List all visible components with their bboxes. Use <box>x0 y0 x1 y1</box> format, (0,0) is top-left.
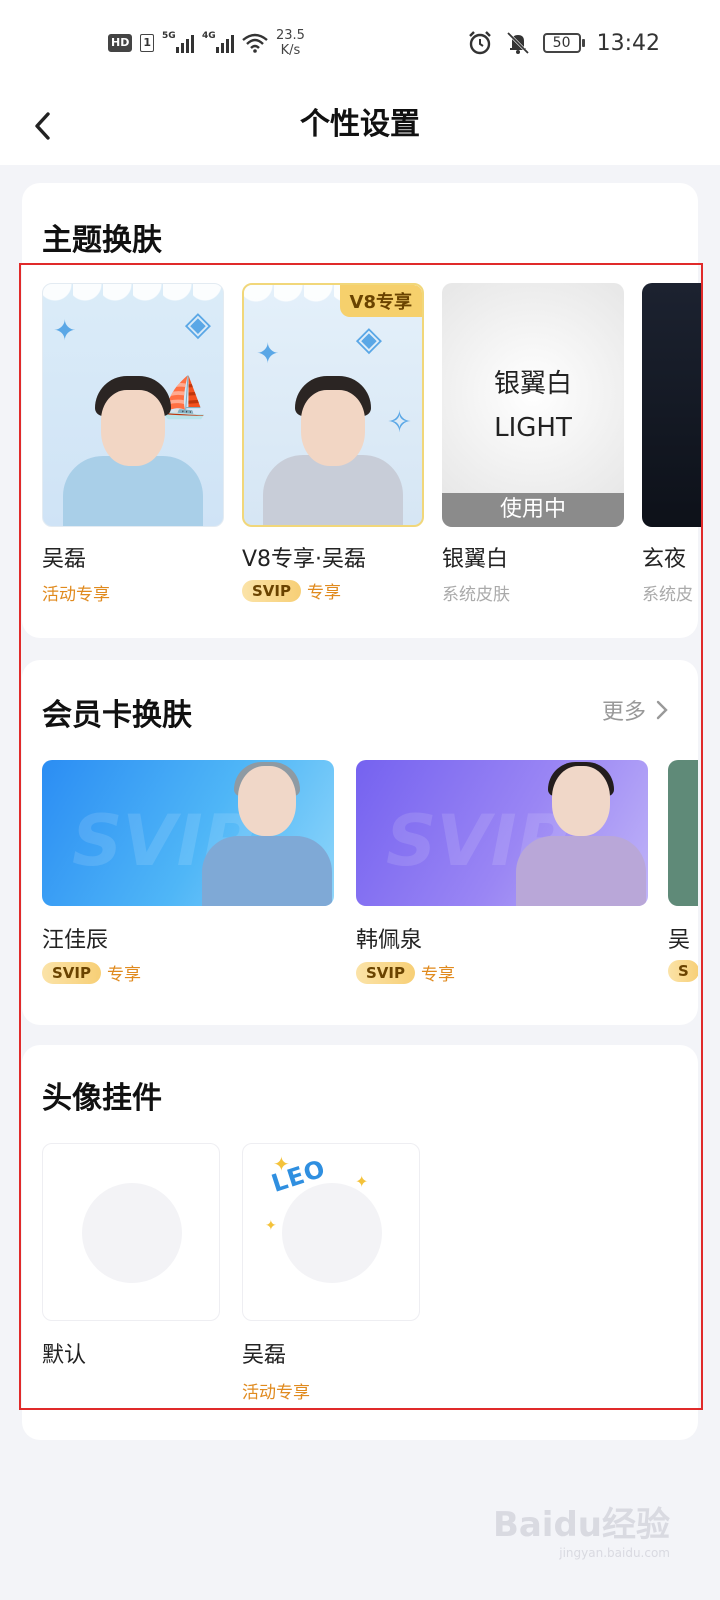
theme-tag: 专享 <box>307 583 341 603</box>
member-card-name: 韩佩泉 <box>356 928 423 953</box>
theme-tile-wulei[interactable]: ✦ ◈ ⛵ <box>42 283 224 527</box>
theme-name: 玄夜 <box>642 547 687 572</box>
avatar-section-title: 头像挂件 <box>42 1081 162 1116</box>
signal-5g-icon: 5G <box>162 31 194 53</box>
pendant-tile-default[interactable] <box>42 1143 220 1321</box>
in-use-label: 使用中 <box>442 493 624 527</box>
svip-badge: SVIP <box>356 961 415 984</box>
bell-muted-icon <box>506 31 529 55</box>
member-tag-row: SVIP 专享 <box>356 960 455 985</box>
theme-tile-dark[interactable] <box>642 283 702 527</box>
watermark-url: jingyan.baidu.com <box>559 1546 670 1560</box>
speed-value: 23.5 <box>276 28 305 43</box>
signal-5g-label: 5G <box>162 31 176 41</box>
member-card-name: 汪佳辰 <box>42 928 109 953</box>
member-card-wangjiachen[interactable]: SVIP <box>42 760 334 906</box>
page-title: 个性设置 <box>300 107 420 142</box>
more-link[interactable]: 更多 <box>602 694 668 726</box>
member-tag-row: SVIP 专享 <box>42 960 141 985</box>
svip-badge: SVIP <box>42 961 101 984</box>
theme-section-title: 主题换肤 <box>42 223 162 258</box>
theme-name: 银翼白 <box>442 547 509 572</box>
member-tag: 专享 <box>107 965 141 985</box>
signal-4g-label: 4G <box>202 31 216 41</box>
sim-badge: 1 <box>140 34 154 52</box>
tile-title-en: LIGHT <box>494 413 572 443</box>
network-speed: 23.5 K/s <box>276 28 305 58</box>
member-card-name: 吴 <box>668 928 691 953</box>
member-tag-row: S <box>668 960 698 982</box>
member-card-partial[interactable] <box>668 760 698 906</box>
signal-4g-icon: 4G <box>202 31 234 53</box>
avatar-placeholder <box>82 1183 182 1283</box>
battery-level: 50 <box>542 33 581 53</box>
pendant-name: 默认 <box>42 1343 87 1368</box>
theme-tag: 系统皮肤 <box>442 585 510 605</box>
member-section-title: 会员卡换肤 <box>42 698 192 733</box>
status-right: 50 13:42 <box>467 30 660 56</box>
pendant-tile-wulei[interactable]: ✦ ✦ ✦ LEO <box>242 1143 420 1321</box>
member-card-section: 会员卡换肤 更多 SVIP 汪佳辰 SVIP 专享 SVIP 韩佩泉 SVIP … <box>22 660 698 1025</box>
theme-tag-row: SVIP 专享 <box>242 578 341 603</box>
theme-tile-silver-white[interactable]: 银翼白 LIGHT 使用中 <box>442 283 624 527</box>
theme-section: 主题换肤 ✦ ◈ ⛵ 吴磊 活动专享 ✦ ◈ ✧ V8专享 V8专享·吴磊 SV… <box>22 183 702 638</box>
status-bar: HD 1 5G 4G 23.5 K/s 50 13:42 <box>0 0 720 90</box>
theme-name: V8专享·吴磊 <box>242 547 367 572</box>
theme-tag: 活动专享 <box>42 585 110 605</box>
theme-name: 吴磊 <box>42 547 87 572</box>
hd-badge: HD <box>108 34 133 52</box>
pendant-tag: 活动专享 <box>242 1383 310 1403</box>
alarm-icon <box>468 31 491 55</box>
theme-tag: 系统皮 <box>642 585 693 605</box>
sparkle-icon: ✦ <box>355 1172 369 1191</box>
watermark-brand: Baidu经验 <box>492 1505 670 1545</box>
clock: 13:42 <box>596 30 660 56</box>
battery-icon: 50 <box>542 33 585 53</box>
theme-tile-v8-wulei[interactable]: ✦ ◈ ✧ V8专享 <box>242 283 424 527</box>
wifi-icon <box>242 33 268 53</box>
member-tag: 专享 <box>421 965 455 985</box>
svip-badge: SVIP <box>242 579 301 602</box>
speed-unit: K/s <box>280 43 301 58</box>
nav-header: 个性设置 <box>0 90 720 165</box>
status-left: HD 1 5G 4G 23.5 K/s <box>108 28 305 58</box>
avatar-placeholder <box>282 1183 382 1283</box>
svip-badge: S <box>668 960 698 982</box>
pendant-name: 吴磊 <box>242 1343 287 1368</box>
baidu-watermark: Baidu经验 jingyan.baidu.com <box>493 1497 670 1560</box>
member-card-hanpeiquan[interactable]: SVIP <box>356 760 648 906</box>
chevron-right-icon <box>656 700 668 720</box>
more-label: 更多 <box>601 700 646 725</box>
avatar-pendant-section: 头像挂件 默认 ✦ ✦ ✦ LEO 吴磊 活动专享 <box>22 1045 698 1440</box>
tile-title-cn: 银翼白 <box>493 369 572 399</box>
sparkle-icon: ✦ <box>265 1218 277 1234</box>
v8-exclusive-badge: V8专享 <box>339 285 422 317</box>
